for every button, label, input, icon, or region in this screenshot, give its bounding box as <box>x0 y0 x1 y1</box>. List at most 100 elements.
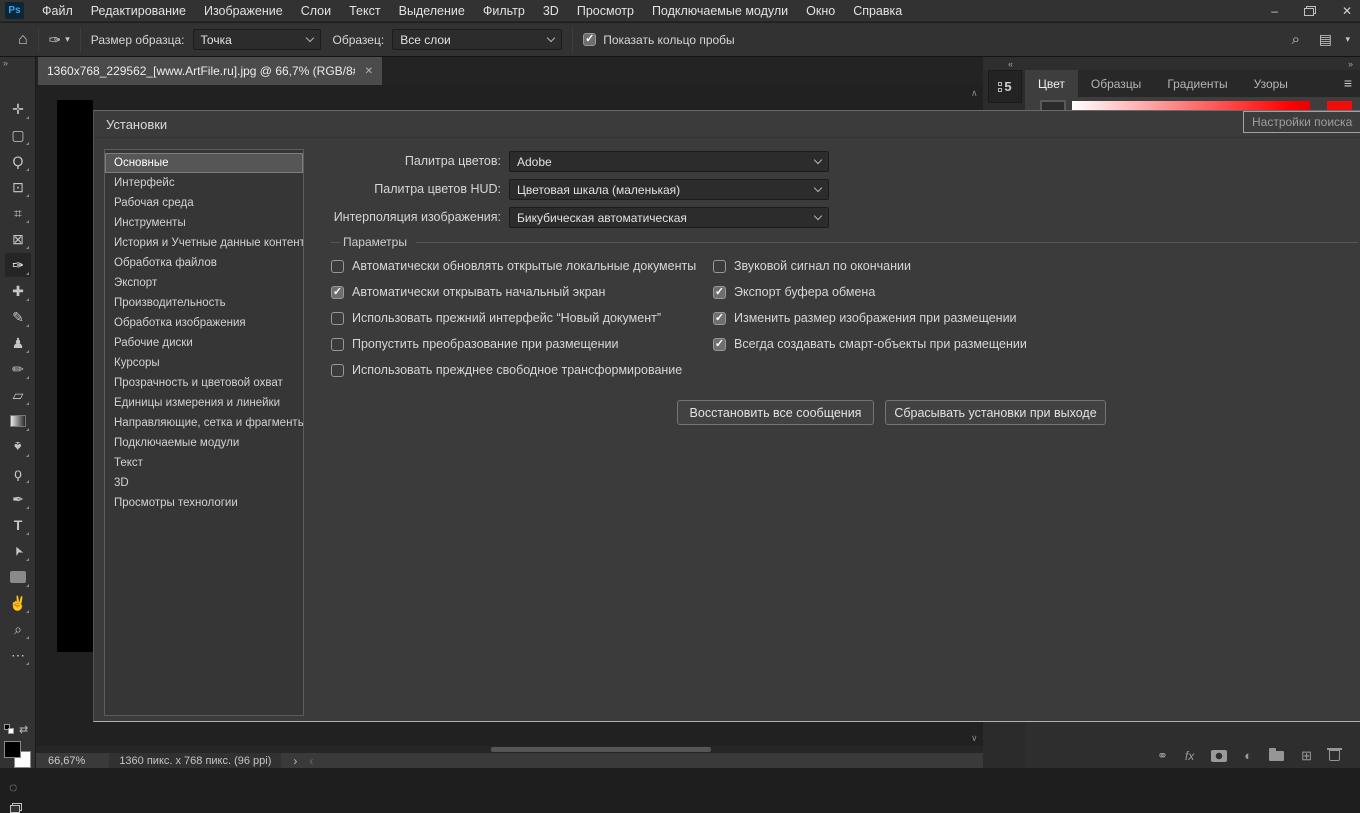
menu-image[interactable]: Изображение <box>204 4 283 18</box>
sidebar-item-units-rulers[interactable]: Единицы измерения и линейки <box>105 393 303 413</box>
export-clipboard-checkbox[interactable]: ✓ <box>713 285 726 299</box>
lasso-tool[interactable]: Ϙ <box>5 149 31 173</box>
menu-filter[interactable]: Фильтр <box>483 4 525 18</box>
sidebar-item-scratch-disks[interactable]: Рабочие диски <box>105 333 303 353</box>
sidebar-item-file-handling[interactable]: Обработка файлов <box>105 253 303 273</box>
default-colors-icon[interactable] <box>8 728 14 734</box>
sidebar-item-plugins[interactable]: Подключаемые модули <box>105 433 303 453</box>
scrollbar-thumb[interactable] <box>491 747 711 752</box>
pen-tool[interactable]: ✒ <box>5 487 31 511</box>
quick-mask-button[interactable]: ◌ <box>9 779 17 795</box>
hand-tool[interactable]: ✌ <box>5 591 31 615</box>
expand-panels-icon[interactable]: » <box>1348 59 1353 69</box>
auto-update-docs-checkbox[interactable]: ✓ <box>331 259 344 273</box>
move-tool[interactable]: ✛ <box>5 97 31 121</box>
gradient-tool[interactable] <box>5 409 31 433</box>
menu-help[interactable]: Справка <box>853 4 902 18</box>
restore-button[interactable] <box>1303 6 1316 16</box>
tab-color[interactable]: Цвет <box>1025 70 1078 97</box>
document-tab[interactable]: 1360x768_229562_[www.ArtFile.ru].jpg @ 6… <box>38 57 382 85</box>
workspace-icon[interactable]: ▤ <box>1319 31 1332 48</box>
sidebar-item-image-processing[interactable]: Обработка изображения <box>105 313 303 333</box>
sample-size-dropdown[interactable]: Точка <box>192 29 321 50</box>
scroll-down-icon[interactable]: ∨ <box>971 733 978 744</box>
close-button[interactable]: ✕ <box>1342 4 1352 18</box>
menu-edit[interactable]: Редактирование <box>91 4 186 18</box>
status-arrow-icon[interactable]: ‹ <box>309 754 313 768</box>
reset-messages-button[interactable]: Восстановить все сообщения <box>677 400 874 425</box>
rectangle-tool[interactable] <box>5 565 31 589</box>
brush-tool[interactable]: ✎ <box>5 305 31 329</box>
adjustment-layer-icon[interactable]: ◐ <box>1244 748 1252 763</box>
search-icon[interactable]: ⌕ <box>1292 31 1300 48</box>
eyedropper-tool[interactable]: ✑ <box>5 253 31 277</box>
home-screen-checkbox[interactable]: ✓ <box>331 285 344 299</box>
more-tools-button[interactable]: ⋯ <box>5 643 31 667</box>
home-icon[interactable]: ⌂ <box>18 31 28 49</box>
sidebar-item-export[interactable]: Экспорт <box>105 273 303 293</box>
history-brush-tool[interactable]: ✏ <box>5 357 31 381</box>
hud-color-picker-dropdown[interactable]: Цветовая шкала (маленькая) <box>509 179 829 200</box>
tab-swatches[interactable]: Образцы <box>1078 70 1154 97</box>
interpolation-dropdown[interactable]: Бикубическая автоматическая <box>509 207 829 228</box>
menu-view[interactable]: Просмотр <box>577 4 634 18</box>
sidebar-item-guides-grid[interactable]: Направляющие, сетка и фрагменты <box>105 413 303 433</box>
clone-stamp-tool[interactable]: ♟ <box>5 331 31 355</box>
blur-tool[interactable]: ♠ <box>5 435 31 459</box>
menu-3d[interactable]: 3D <box>543 4 559 18</box>
skip-transform-checkbox[interactable]: ✓ <box>331 337 344 351</box>
reset-on-exit-button[interactable]: Сбрасывать установки при выходе <box>885 400 1106 425</box>
swap-colors-icon[interactable]: ⇄ <box>19 723 28 736</box>
tab-close-icon[interactable]: ✕ <box>365 66 373 77</box>
zoom-level[interactable]: 66,67% <box>48 755 85 767</box>
eyedropper-tool-icon[interactable]: ✑ <box>49 31 62 49</box>
sidebar-item-technology-previews[interactable]: Просмотры технологии <box>105 493 303 513</box>
sidebar-item-cursors[interactable]: Курсоры <box>105 353 303 373</box>
menu-type[interactable]: Текст <box>349 4 380 18</box>
chevron-down-icon[interactable]: ▾ <box>1345 34 1350 45</box>
foreground-color-swatch[interactable] <box>4 741 21 758</box>
tab-gradients[interactable]: Градиенты <box>1154 70 1240 97</box>
sidebar-item-history[interactable]: История и Учетные данные контента <box>105 233 303 253</box>
menu-window[interactable]: Окно <box>806 4 835 18</box>
crop-tool[interactable]: ⌗ <box>5 201 31 225</box>
minimize-button[interactable]: – <box>1271 4 1278 18</box>
sidebar-item-3d[interactable]: 3D <box>105 473 303 493</box>
sample-dropdown[interactable]: Все слои <box>392 29 563 50</box>
marquee-tool[interactable]: ▢ <box>5 123 31 147</box>
legacy-free-transform-checkbox[interactable]: ✓ <box>331 363 344 377</box>
status-arrow-icon[interactable]: › <box>293 754 297 768</box>
path-selection-tool[interactable]: ➤ <box>5 539 31 563</box>
legacy-new-doc-checkbox[interactable]: ✓ <box>331 311 344 325</box>
menu-select[interactable]: Выделение <box>399 4 465 18</box>
menu-layers[interactable]: Слои <box>301 4 331 18</box>
panel-menu-icon[interactable]: ≡ <box>1344 75 1352 91</box>
sidebar-item-transparency[interactable]: Прозрачность и цветовой охват <box>105 373 303 393</box>
smart-objects-on-place-checkbox[interactable]: ✓ <box>713 337 726 351</box>
type-tool[interactable]: T <box>5 513 31 537</box>
layer-mask-icon[interactable] <box>1211 749 1228 762</box>
dodge-tool[interactable]: ϙ <box>5 461 31 485</box>
zoom-tool[interactable]: ⌕ <box>5 617 31 641</box>
toolbar-expand-icon[interactable]: » <box>3 58 8 68</box>
menu-file[interactable]: Файл <box>42 4 73 18</box>
healing-brush-tool[interactable]: ✚ <box>5 279 31 303</box>
menu-plugins[interactable]: Подключаемые модули <box>652 4 788 18</box>
new-layer-icon[interactable]: ⊞ <box>1301 748 1312 764</box>
chevron-down-icon[interactable]: ▾ <box>65 34 70 45</box>
sidebar-item-performance[interactable]: Производительность <box>105 293 303 313</box>
eraser-tool[interactable]: ▱ <box>5 383 31 407</box>
object-selection-tool[interactable]: ⊡ <box>5 175 31 199</box>
delete-layer-icon[interactable] <box>1327 748 1343 761</box>
new-group-icon[interactable] <box>1269 747 1285 761</box>
layer-style-icon[interactable]: fx <box>1185 749 1194 763</box>
canvas[interactable] <box>57 100 93 652</box>
scroll-up-icon[interactable]: ∧ <box>971 88 978 99</box>
screen-mode-button[interactable] <box>10 803 22 813</box>
color-picker-dropdown[interactable]: Adobe <box>509 151 829 172</box>
sidebar-item-type[interactable]: Текст <box>105 453 303 473</box>
frame-tool[interactable]: ⊠ <box>5 227 31 251</box>
beep-when-done-checkbox[interactable]: ✓ <box>713 259 726 273</box>
probe-ring-checkbox[interactable]: ✓ <box>583 33 597 46</box>
link-layers-icon[interactable]: ⚭ <box>1157 748 1168 764</box>
